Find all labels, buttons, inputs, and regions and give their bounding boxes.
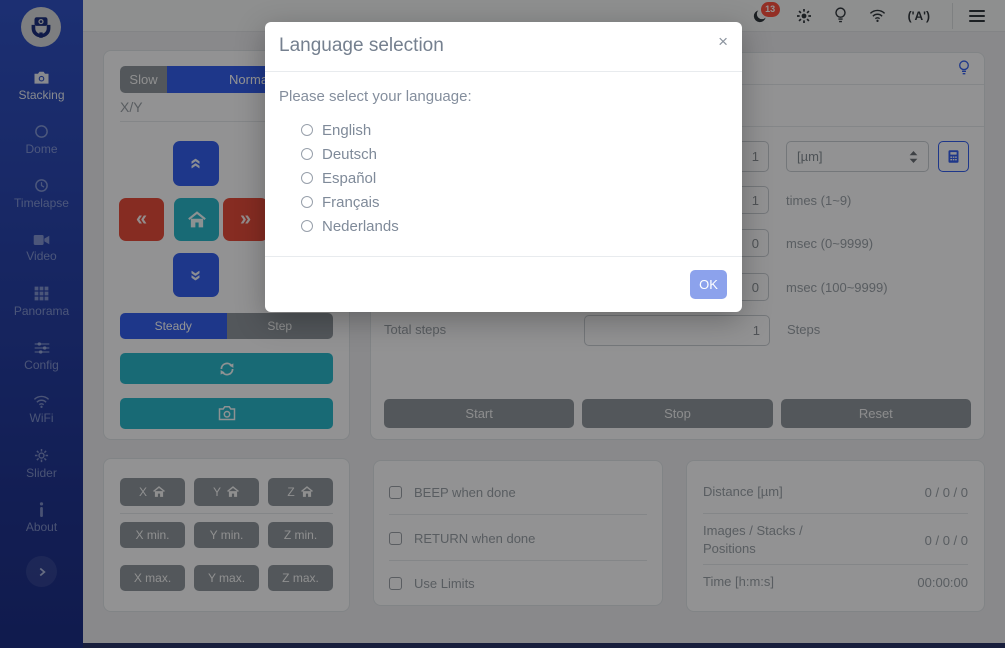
language-option-espanol[interactable]: Español (301, 166, 399, 190)
radio-deutsch[interactable] (301, 148, 313, 160)
app-window: Stacking Dome Timelapse V (0, 0, 1005, 648)
modal-header: Language selection × (265, 22, 742, 72)
modal-footer: OK (265, 256, 742, 312)
close-icon[interactable]: × (718, 33, 728, 50)
modal-title: Language selection (279, 35, 444, 57)
radio-francais[interactable] (301, 196, 313, 208)
language-option-francais[interactable]: Français (301, 190, 399, 214)
ok-button[interactable]: OK (690, 270, 727, 299)
language-option-english[interactable]: English (301, 118, 399, 142)
radio-espanol[interactable] (301, 172, 313, 184)
language-label: Deutsch (322, 146, 377, 163)
language-option-deutsch[interactable]: Deutsch (301, 142, 399, 166)
language-label: Nederlands (322, 218, 399, 235)
modal-prompt: Please select your language: (279, 88, 472, 105)
language-label: Español (322, 170, 376, 187)
language-selection-modal: Language selection × Please select your … (265, 22, 742, 312)
radio-nederlands[interactable] (301, 220, 313, 232)
radio-english[interactable] (301, 124, 313, 136)
language-label: Français (322, 194, 380, 211)
language-list: English Deutsch Español Français Nederla… (301, 118, 399, 238)
language-option-nederlands[interactable]: Nederlands (301, 214, 399, 238)
language-label: English (322, 122, 371, 139)
